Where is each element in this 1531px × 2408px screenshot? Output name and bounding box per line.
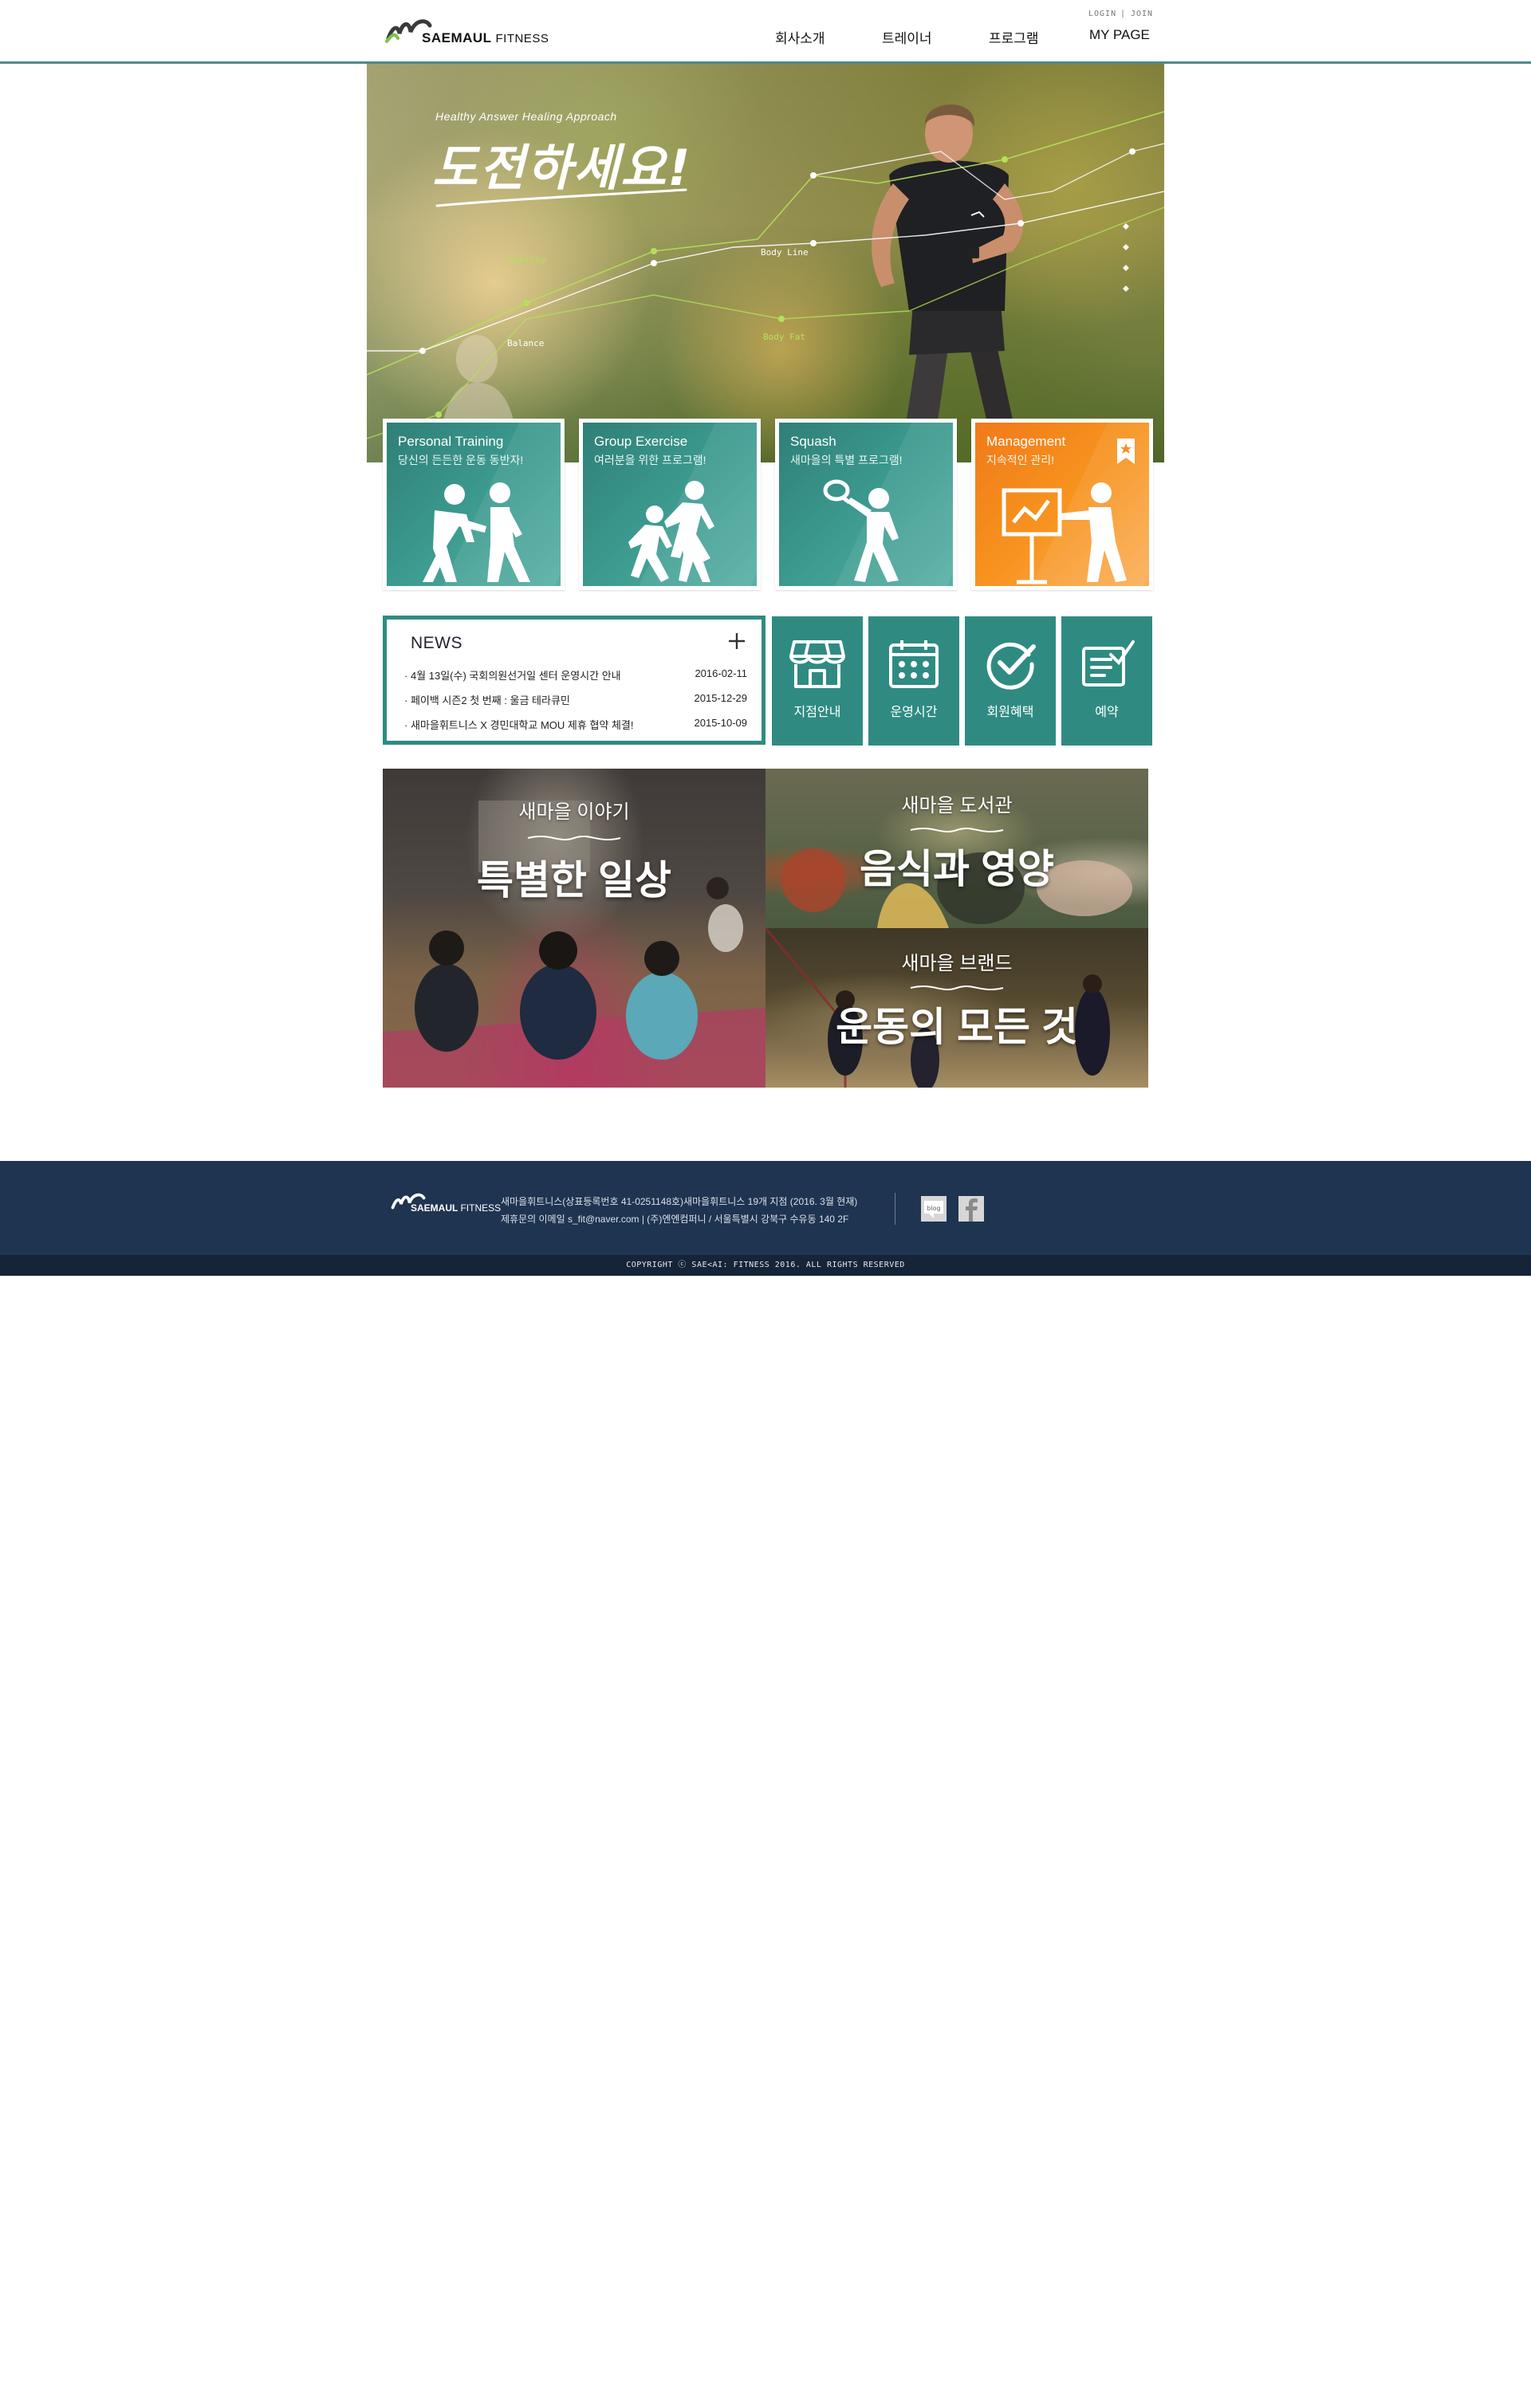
news-item-date: 2015-12-29	[694, 692, 748, 704]
chart-label-healthy: Healthy	[509, 255, 546, 266]
site-footer: SAEMAUL FITNESS 새마을휘트니스(상표등록번호 41-025114…	[0, 1161, 1531, 1255]
nav-program[interactable]: 프로그램	[989, 27, 1039, 47]
swirl-divider-icon	[527, 835, 621, 841]
news-item[interactable]: · 페이백 시즌2 첫 번째 : 울금 테라큐민 2015-12-29	[404, 692, 747, 710]
squash-icon	[823, 479, 899, 582]
panel-top-label: 새마을 이야기	[518, 801, 630, 823]
copyright-bar: COPYRIGHT ⓒ SAE<AI: FITNESS 2016. ALL RI…	[0, 1255, 1531, 1276]
program-card-title: Management	[986, 434, 1066, 449]
panel-top-label: 새마을 브랜드	[901, 953, 1013, 974]
quick-link-branch[interactable]: 지점안내	[772, 616, 863, 746]
news-item-text: · 4월 13일(수) 국회의원선거일 센터 운영시간 안내	[404, 670, 621, 682]
panel-main-title: 특별한 일상	[477, 858, 671, 903]
facebook-button[interactable]	[958, 1196, 984, 1222]
brand-wordmark: SAEMAUL FITNESS	[422, 30, 549, 45]
program-card-title: Squash	[790, 434, 836, 449]
join-link[interactable]: JOIN	[1131, 10, 1153, 18]
quick-link-label: 예약	[1095, 706, 1119, 719]
facebook-icon	[958, 1196, 984, 1222]
management-icon	[1002, 482, 1127, 584]
news-item-text: · 새마을휘트니스 X 경민대학교 MOU 제휴 협약 체결!	[404, 719, 634, 731]
hero-banner: Healthy Balance Body Line Body Fat Healt…	[367, 64, 1164, 462]
quick-link-benefits[interactable]: 회원혜택	[965, 616, 1056, 746]
svg-text:blog: blog	[927, 1205, 940, 1212]
quick-link-hours[interactable]: 운영시간	[868, 616, 959, 746]
quick-link-reservation[interactable]: 예약	[1061, 616, 1152, 746]
hero-tagline: Healthy Answer Healing Approach	[435, 110, 617, 123]
site-header: SAEMAUL FITNESS LOGIN | JOIN 회사소개 트레이너 프…	[0, 0, 1531, 64]
check-icon	[986, 642, 1036, 690]
panel-exercise-brand[interactable]: 새마을 브랜드 운동의 모든 것	[766, 928, 1148, 1088]
news-item[interactable]: · 4월 13일(수) 국회의원선거일 센터 운영시간 안내 2016-02-1…	[404, 667, 747, 685]
footer-brand-wordmark: SAEMAUL FITNESS	[411, 1202, 502, 1214]
panel-food-nutrition[interactable]: 새마을 도서관 음식과 영양	[766, 769, 1148, 928]
news-title: NEWS	[411, 634, 462, 652]
utility-separator: |	[1120, 10, 1127, 18]
footer-logo[interactable]: SAEMAUL FITNESS	[388, 1190, 501, 1222]
news-item-text: · 페이백 시즌2 첫 번째 : 울금 테라큐민	[404, 694, 570, 706]
news-item-date: 2015-10-09	[694, 717, 748, 729]
quick-link-label: 회원혜택	[986, 706, 1034, 719]
quick-link-label: 지점안내	[793, 706, 841, 719]
login-link[interactable]: LOGIN	[1088, 10, 1116, 18]
hero-headline: 도전하세요!	[432, 139, 692, 197]
program-card-subtitle: 여러분을 위한 프로그램!	[594, 454, 706, 466]
personal-training-icon	[423, 482, 530, 582]
panel-daily-story[interactable]: 새마을 이야기 특별한 일상	[383, 769, 766, 1088]
swirl-divider-icon	[910, 985, 1004, 991]
brand-logo[interactable]: SAEMAUL FITNESS	[385, 13, 549, 49]
group-exercise-icon	[628, 481, 714, 582]
copyright-text: COPYRIGHT ⓒ SAE<AI: FITNESS 2016. ALL RI…	[626, 1261, 905, 1269]
store-icon	[789, 640, 845, 688]
footer-contact-info: 제휴문의 이메일 s_fit@naver.com | (주)엔엔컴퍼니 / 서울…	[501, 1214, 849, 1225]
program-card-title: Group Exercise	[594, 434, 688, 449]
footer-company-info: 새마을휘트니스(상표등록번호 41-0251148호)새마을휘트니스 19개 지…	[501, 1196, 858, 1207]
program-card-subtitle: 당신의 든든한 운동 동반자!	[398, 454, 524, 466]
nav-company[interactable]: 회사소개	[775, 27, 825, 47]
program-card-personal-training[interactable]: Personal Training 당신의 든든한 운동 동반자!	[383, 419, 565, 590]
calendar-icon	[889, 640, 939, 688]
chart-label-balance: Balance	[507, 338, 545, 348]
nav-trainer[interactable]: 트레이너	[882, 27, 932, 47]
program-card-title: Personal Training	[398, 434, 504, 449]
swirl-divider-icon	[910, 827, 1004, 833]
panel-main-title: 음식과 영양	[860, 847, 1054, 891]
program-card-subtitle: 지속적인 관리!	[986, 454, 1055, 466]
hero-health-chart	[367, 111, 1164, 439]
program-card-management[interactable]: Management 지속적인 관리!	[971, 419, 1153, 590]
news-item[interactable]: · 새마을휘트니스 X 경민대학교 MOU 제휴 협약 체결! 2015-10-…	[404, 717, 747, 734]
program-card-group-exercise[interactable]: Group Exercise 여러분을 위한 프로그램!	[579, 419, 761, 590]
slider-pagination-dots[interactable]	[1121, 223, 1131, 295]
panel-main-title: 운동의 모든 것	[836, 1005, 1078, 1049]
reservation-icon	[1082, 640, 1135, 687]
blog-icon: blog	[921, 1196, 947, 1222]
chart-label-body-line: Body Line	[761, 247, 809, 258]
news-item-date: 2016-02-11	[695, 667, 747, 679]
chart-label-body-fat: Body Fat	[763, 332, 805, 342]
nav-mypage[interactable]: MY PAGE	[1089, 27, 1150, 43]
plus-icon[interactable]	[728, 632, 746, 650]
program-card-squash[interactable]: Squash 새마을의 특별 프로그램!	[775, 419, 957, 590]
program-card-subtitle: 새마을의 특별 프로그램!	[790, 454, 903, 466]
quick-link-label: 운영시간	[890, 706, 938, 719]
panel-top-label: 새마을 도서관	[901, 795, 1013, 816]
news-box: NEWS · 4월 13일(수) 국회의원선거일 센터 운영시간 안내 2016…	[383, 616, 766, 745]
bookmark-star-icon	[1117, 439, 1135, 464]
blog-button[interactable]: blog	[921, 1196, 947, 1222]
